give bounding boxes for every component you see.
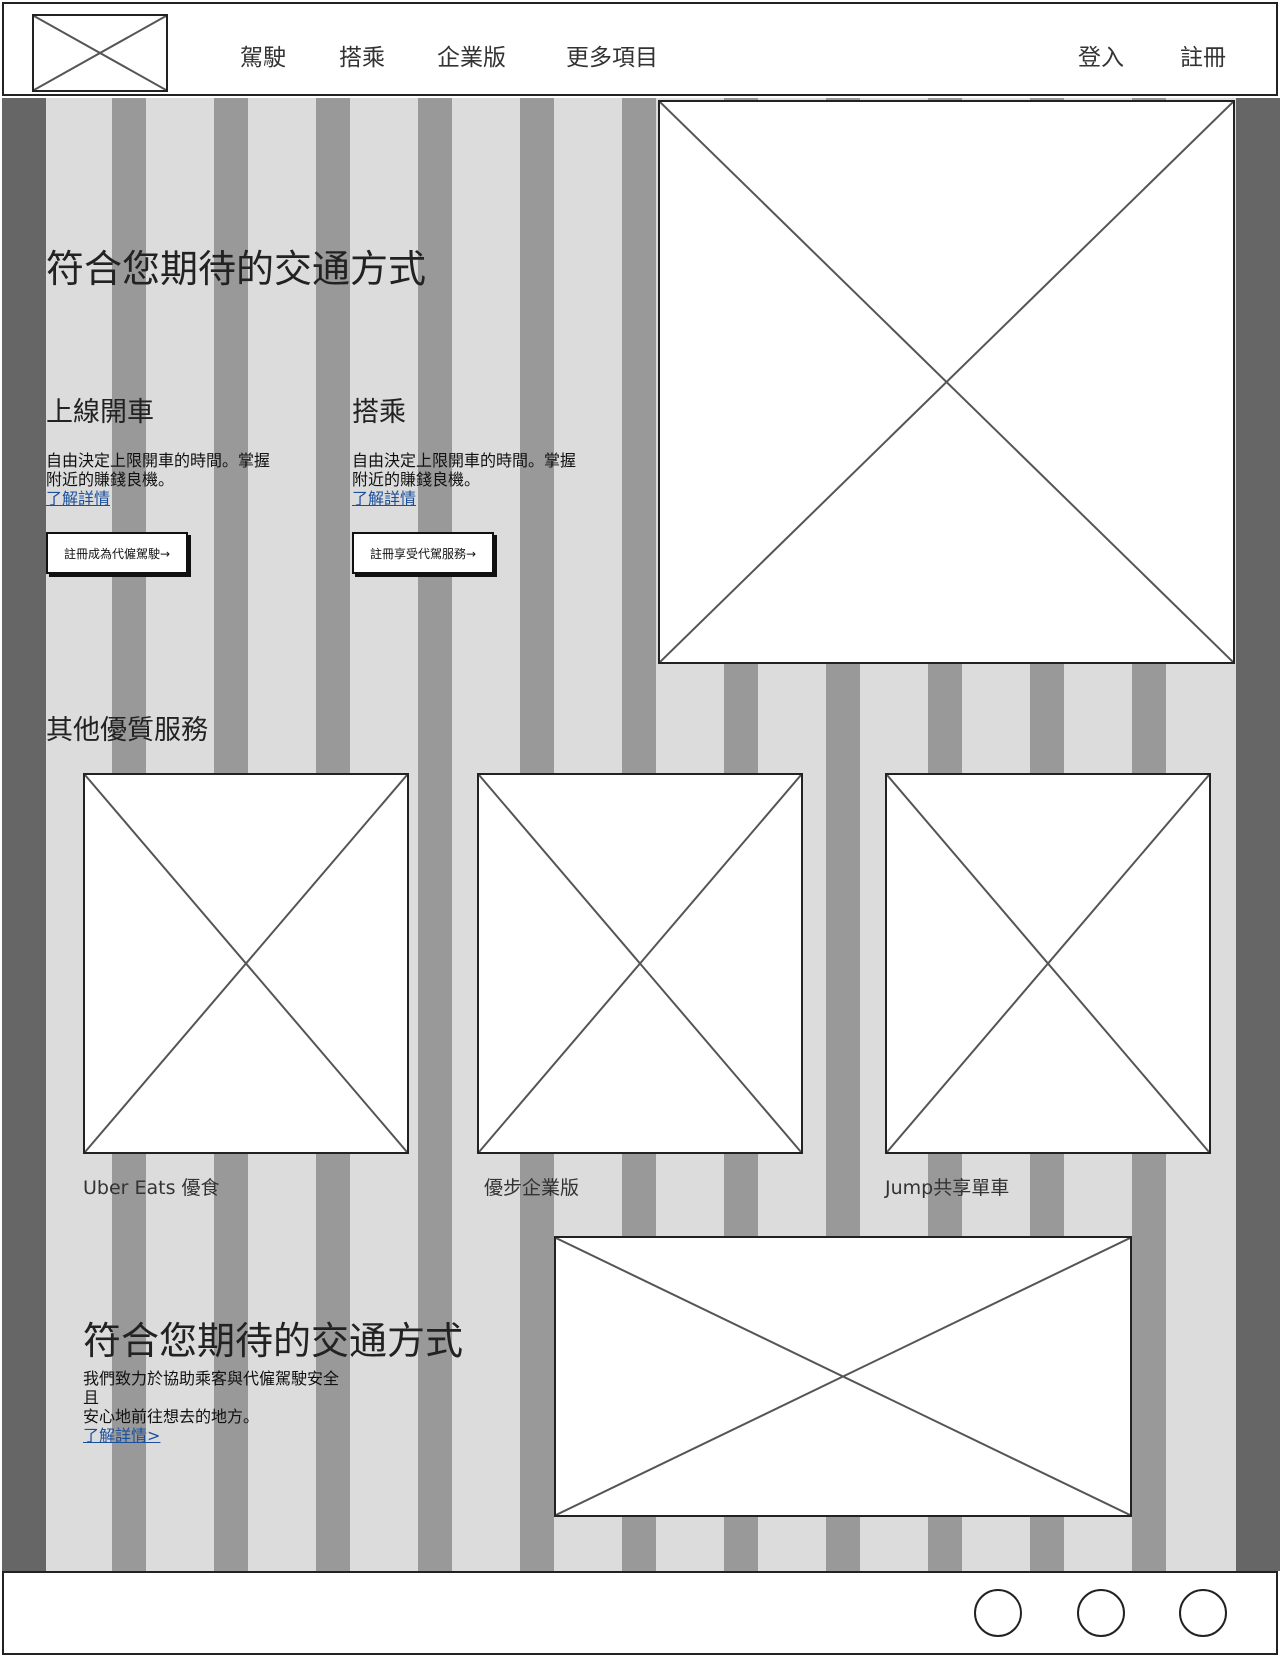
service-caption-uber-eats[interactable]: Uber Eats 優食: [83, 1173, 220, 1200]
footer: [2, 1571, 1278, 1655]
service-card-image[interactable]: [477, 773, 803, 1154]
image-placeholder-icon: [660, 102, 1233, 662]
about-learn-more-link[interactable]: 了解詳情>: [83, 1426, 160, 1445]
image-placeholder-icon: [34, 16, 166, 90]
social-icon[interactable]: [974, 1589, 1022, 1637]
register-driver-button[interactable]: 註冊成為代僱駕駛→: [46, 532, 188, 574]
login-link[interactable]: 登入: [1078, 38, 1124, 72]
about-image-placeholder: [554, 1236, 1132, 1517]
top-nav-bar: 駕駛 搭乘 企業版 更多項目 登入 註冊: [2, 2, 1278, 96]
drive-description: 自由決定上限開車的時間。掌握 附近的賺錢良機。 了解詳情: [46, 451, 270, 508]
ride-description-line: 自由決定上限開車的時間。掌握: [352, 451, 577, 470]
service-card-image[interactable]: [83, 773, 409, 1154]
service-caption-business[interactable]: 優步企業版: [484, 1173, 579, 1200]
right-gutter: [1236, 98, 1280, 1571]
social-icon[interactable]: [1179, 1589, 1227, 1637]
logo-placeholder[interactable]: [32, 14, 168, 92]
image-placeholder-icon: [479, 775, 801, 1152]
hero-title: 符合您期待的交通方式: [46, 247, 427, 291]
image-placeholder-icon: [887, 775, 1209, 1152]
nav-ride[interactable]: 搭乘: [339, 38, 385, 72]
nav-more[interactable]: 更多項目: [566, 38, 658, 72]
drive-heading: 上線開車: [46, 397, 154, 428]
ride-heading: 搭乘: [352, 397, 406, 428]
drive-description-line: 自由決定上限開車的時間。掌握: [46, 451, 271, 470]
drive-learn-more-link[interactable]: 了解詳情: [46, 489, 110, 508]
nav-business[interactable]: 企業版: [437, 38, 506, 72]
image-placeholder-icon: [85, 775, 407, 1152]
social-icon[interactable]: [1077, 1589, 1125, 1637]
about-description: 我們致力於協助乘客與代僱駕駛安全 且 安心地前往想去的地方。 了解詳情>: [83, 1369, 339, 1445]
ride-learn-more-link[interactable]: 了解詳情: [352, 489, 416, 508]
about-title: 符合您期待的交通方式: [83, 1319, 464, 1363]
service-card-image[interactable]: [885, 773, 1211, 1154]
register-rider-button[interactable]: 註冊享受代駕服務→: [352, 532, 494, 574]
ride-description-line: 附近的賺錢良機。: [352, 470, 481, 489]
about-description-line: 我們致力於協助乘客與代僱駕駛安全: [83, 1369, 340, 1388]
signup-link[interactable]: 註冊: [1180, 38, 1226, 72]
hero-image-placeholder: [658, 100, 1235, 664]
drive-description-line: 附近的賺錢良機。: [46, 470, 175, 489]
nav-drive[interactable]: 駕駛: [240, 38, 286, 72]
ride-description: 自由決定上限開車的時間。掌握 附近的賺錢良機。 了解詳情: [352, 451, 576, 508]
about-description-line: 安心地前往想去的地方。: [83, 1407, 260, 1426]
services-heading: 其他優質服務: [46, 715, 208, 746]
service-caption-jump[interactable]: Jump共享單車: [885, 1173, 1009, 1200]
image-placeholder-icon: [556, 1238, 1130, 1515]
left-gutter: [2, 98, 46, 1571]
about-description-line: 且: [83, 1388, 100, 1407]
